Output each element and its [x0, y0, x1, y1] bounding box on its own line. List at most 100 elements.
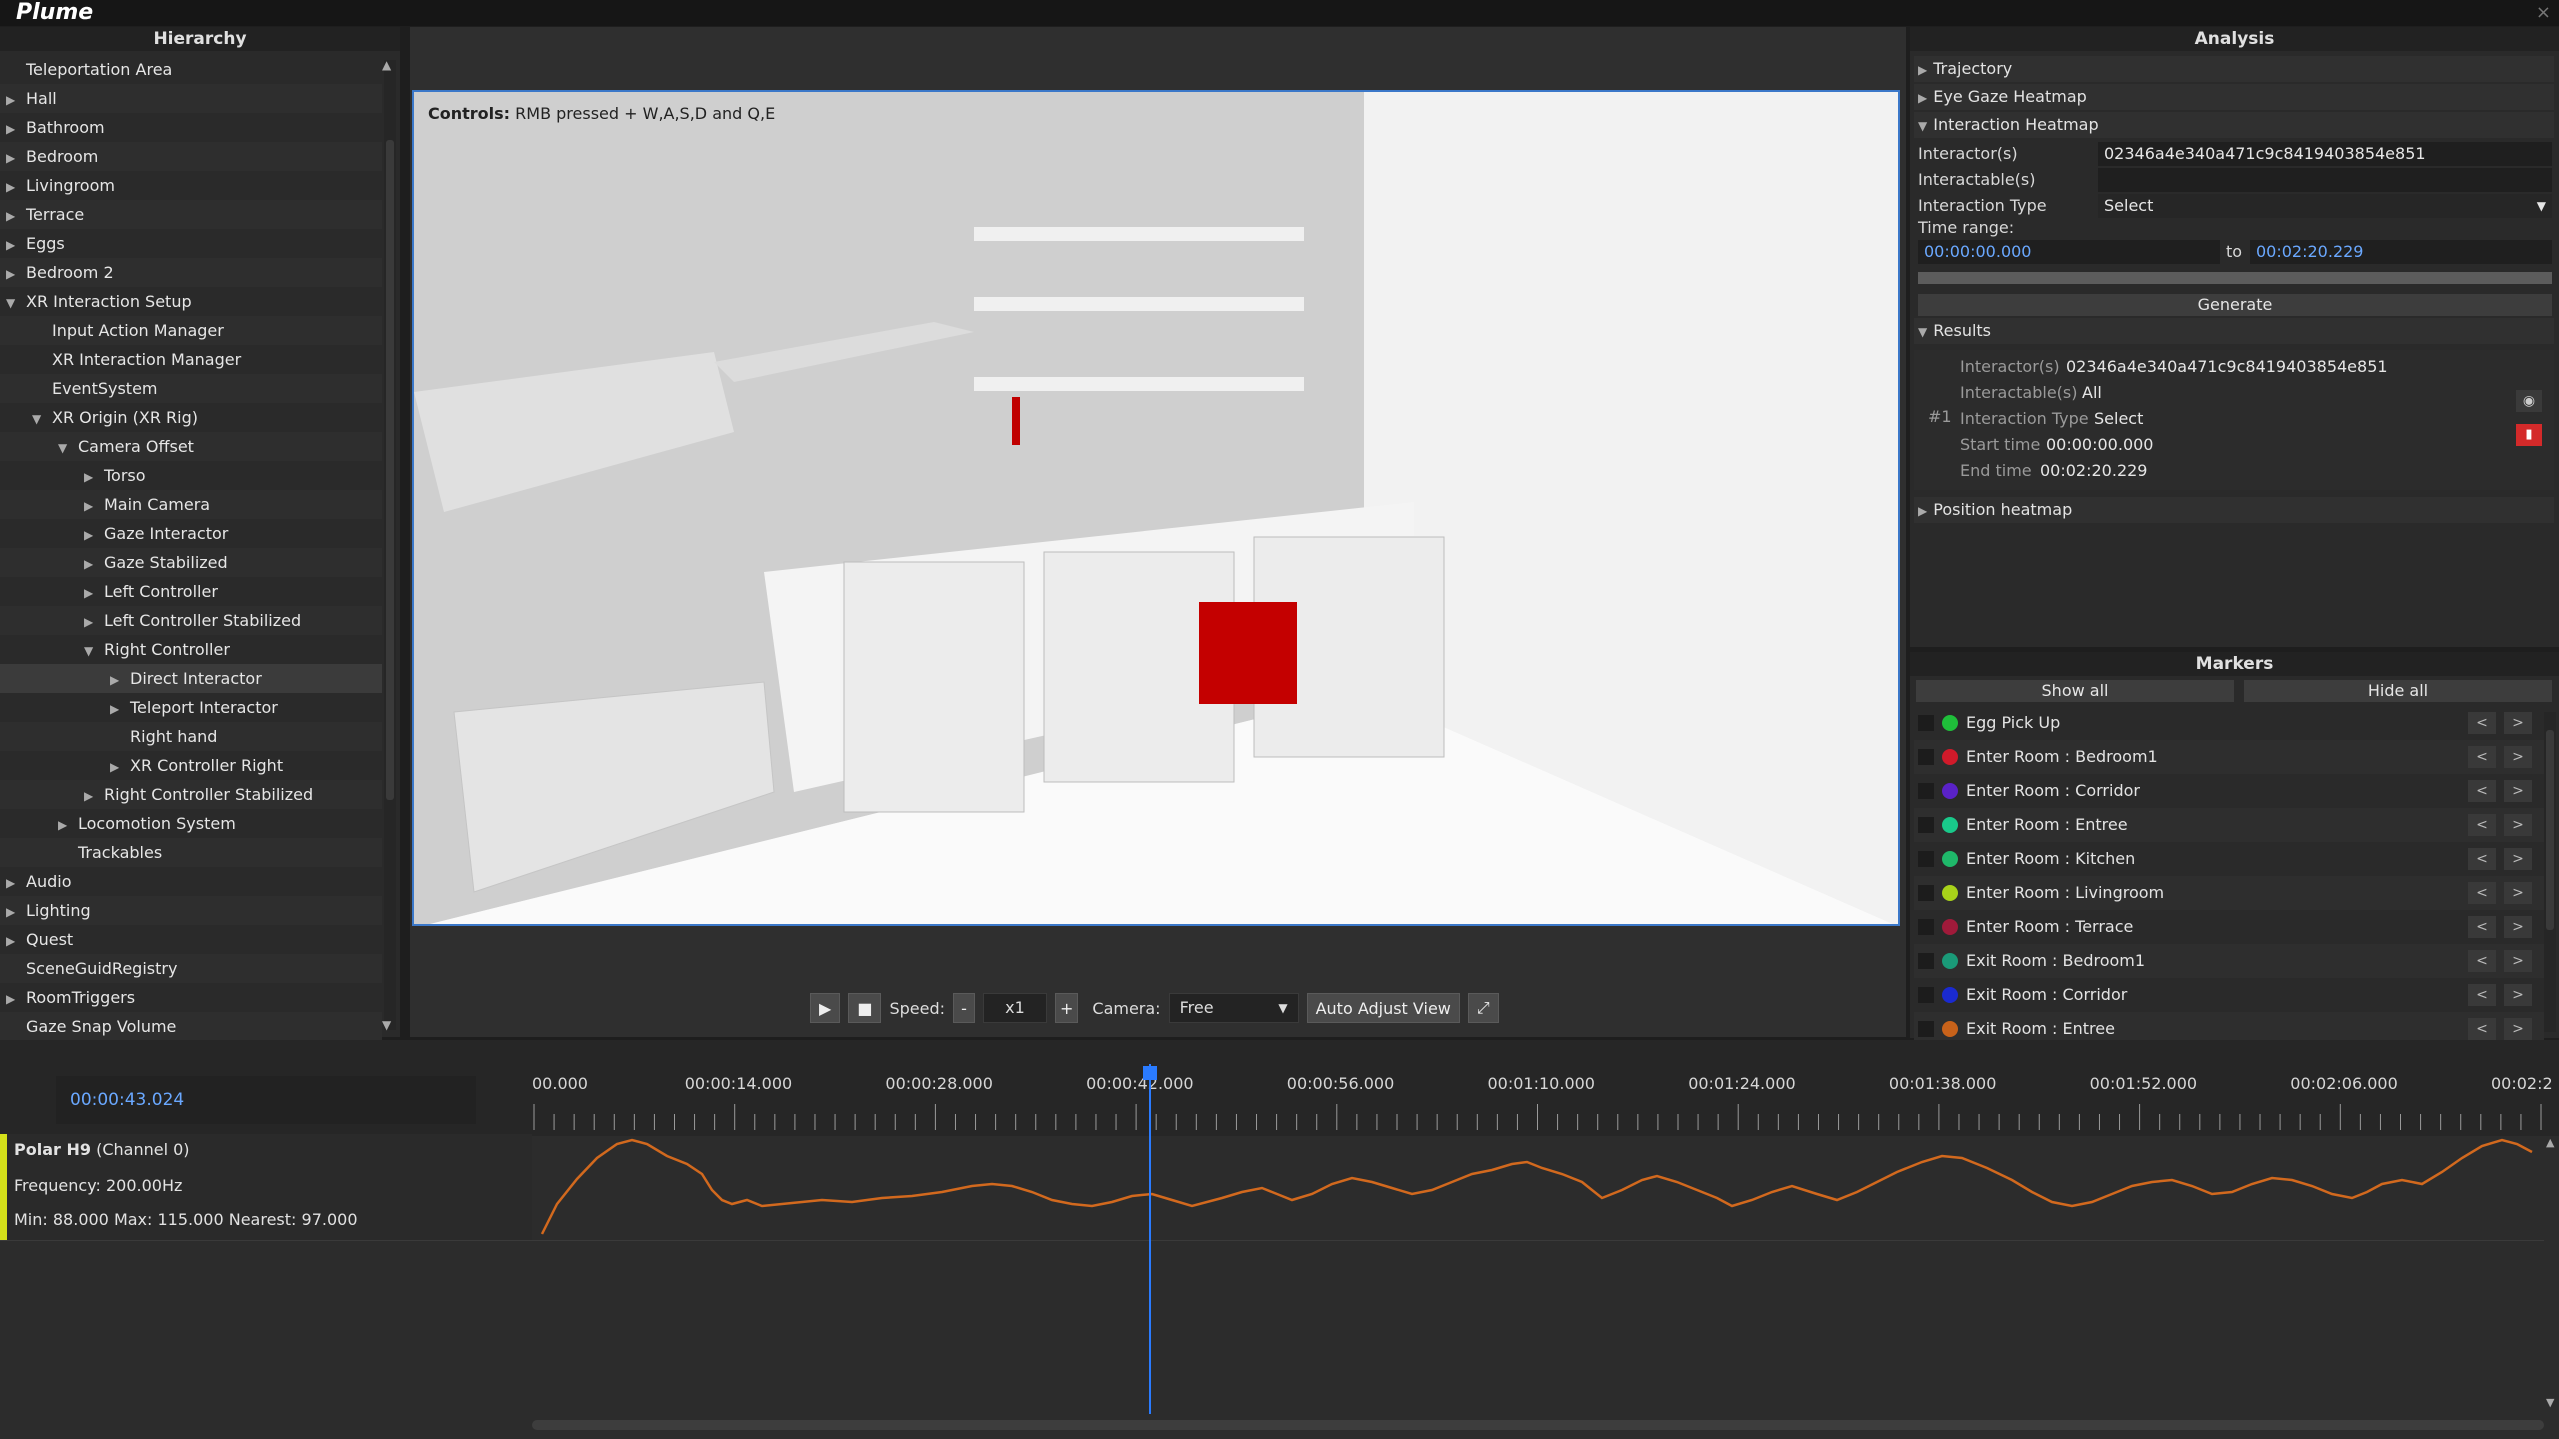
hierarchy-item[interactable]: ▼ XR Origin (XR Rig) [0, 403, 382, 432]
stop-button[interactable]: ■ [848, 993, 882, 1023]
generate-button[interactable]: Generate [1918, 294, 2552, 316]
hierarchy-item[interactable]: ▶ XR Controller Right [0, 751, 382, 780]
markers-scroll-thumb[interactable] [2546, 730, 2554, 930]
hierarchy-item[interactable]: ▶ Left Controller Stabilized [0, 606, 382, 635]
hierarchy-item[interactable]: EventSystem [0, 374, 382, 403]
section-position-heatmap[interactable]: ▶ Position heatmap [1914, 497, 2554, 523]
hierarchy-item[interactable]: Teleportation Area [0, 55, 382, 84]
marker-visibility-checkbox[interactable] [1918, 1021, 1934, 1037]
scene-viewport[interactable] [412, 90, 1900, 926]
previous-marker-button[interactable]: < [2468, 950, 2496, 972]
camera-select[interactable]: Free ▼ [1168, 993, 1299, 1023]
scroll-down-icon[interactable]: ▼ [382, 1018, 391, 1032]
hierarchy-item[interactable]: ▶ Left Controller [0, 577, 382, 606]
previous-marker-button[interactable]: < [2468, 814, 2496, 836]
hierarchy-item[interactable]: ▶ Torso [0, 461, 382, 490]
next-marker-button[interactable]: > [2504, 746, 2532, 768]
next-marker-button[interactable]: > [2504, 814, 2532, 836]
hierarchy-item[interactable]: ▶ Bedroom [0, 142, 382, 171]
chevron-right-icon[interactable]: ▶ [6, 86, 20, 115]
marker-item[interactable]: Exit Room : Bedroom1 < > [1914, 944, 2544, 978]
marker-visibility-checkbox[interactable] [1918, 953, 1934, 969]
hierarchy-item[interactable]: ▶ Eggs [0, 229, 382, 258]
hierarchy-item[interactable]: ▶ Hall [0, 84, 382, 113]
hierarchy-item[interactable]: ▶ Audio [0, 867, 382, 896]
section-results[interactable]: ▼ Results [1914, 318, 2554, 344]
hierarchy-item[interactable]: ▶ Main Camera [0, 490, 382, 519]
hierarchy-item[interactable]: ▶ Locomotion System [0, 809, 382, 838]
playhead-handle[interactable] [1143, 1066, 1157, 1080]
speed-value-field[interactable]: x1 [982, 993, 1047, 1023]
marker-item[interactable]: Enter Room : Bedroom1 < > [1914, 740, 2544, 774]
timeline-playhead[interactable] [1149, 1064, 1151, 1414]
interactables-field[interactable] [2098, 168, 2552, 192]
next-marker-button[interactable]: > [2504, 848, 2532, 870]
scroll-up-icon[interactable]: ▲ [2546, 1136, 2554, 1149]
scroll-down-icon[interactable]: ▼ [2546, 1396, 2554, 1409]
chevron-right-icon[interactable]: ▶ [6, 144, 20, 173]
marker-visibility-checkbox[interactable] [1918, 987, 1934, 1003]
chevron-right-icon[interactable]: ▶ [6, 898, 20, 927]
previous-marker-button[interactable]: < [2468, 1018, 2496, 1040]
chevron-right-icon[interactable]: ▶ [58, 811, 72, 840]
marker-item[interactable]: Exit Room : Corridor < > [1914, 978, 2544, 1012]
speed-decrease-button[interactable]: - [952, 993, 975, 1023]
hierarchy-item[interactable]: ▼ Camera Offset [0, 432, 382, 461]
next-marker-button[interactable]: > [2504, 950, 2532, 972]
hierarchy-item[interactable]: ▶ Lighting [0, 896, 382, 925]
trash-icon[interactable]: ▮ [2516, 424, 2542, 446]
previous-marker-button[interactable]: < [2468, 848, 2496, 870]
hierarchy-item[interactable]: ▶ Direct Interactor [0, 664, 382, 693]
timeline-horizontal-scrollbar[interactable] [532, 1420, 2544, 1430]
chevron-right-icon[interactable]: ▶ [84, 463, 98, 492]
chevron-down-icon[interactable]: ▼ [32, 405, 46, 434]
hierarchy-item[interactable]: ▶ Bedroom 2 [0, 258, 382, 287]
chevron-right-icon[interactable]: ▶ [84, 579, 98, 608]
hierarchy-item[interactable]: ▶ Quest [0, 925, 382, 954]
current-time-field[interactable]: 00:00:43.024 [56, 1076, 476, 1124]
chevron-down-icon[interactable]: ▼ [6, 289, 20, 318]
eye-icon[interactable]: ◉ [2516, 390, 2542, 412]
chevron-right-icon[interactable]: ▶ [6, 115, 20, 144]
next-marker-button[interactable]: > [2504, 1018, 2532, 1040]
auto-adjust-view-button[interactable]: Auto Adjust View [1306, 993, 1460, 1023]
next-marker-button[interactable]: > [2504, 780, 2532, 802]
next-marker-button[interactable]: > [2504, 984, 2532, 1006]
chevron-right-icon[interactable]: ▶ [6, 927, 20, 956]
hierarchy-item[interactable]: ▼ XR Interaction Setup [0, 287, 382, 316]
marker-visibility-checkbox[interactable] [1918, 715, 1934, 731]
time-to-field[interactable]: 00:02:20.229 [2250, 240, 2552, 264]
fullscreen-button[interactable]: ⤢ [1467, 993, 1499, 1023]
interactors-field[interactable]: 02346a4e340a471c9c8419403854e851 [2098, 142, 2552, 166]
marker-item[interactable]: Enter Room : Terrace < > [1914, 910, 2544, 944]
chevron-down-icon[interactable]: ▼ [58, 434, 72, 463]
hierarchy-item[interactable]: ▼ Right Controller [0, 635, 382, 664]
marker-visibility-checkbox[interactable] [1918, 919, 1934, 935]
marker-visibility-checkbox[interactable] [1918, 851, 1934, 867]
chevron-right-icon[interactable]: ▶ [6, 173, 20, 202]
chevron-right-icon[interactable]: ▶ [6, 985, 20, 1014]
hierarchy-scroll-thumb[interactable] [386, 140, 394, 800]
hierarchy-item[interactable]: ▶ RoomTriggers [0, 983, 382, 1012]
hierarchy-item[interactable]: ▶ Livingroom [0, 171, 382, 200]
chevron-right-icon[interactable]: ▶ [110, 666, 124, 695]
marker-item[interactable]: Enter Room : Kitchen < > [1914, 842, 2544, 876]
hierarchy-item[interactable]: SceneGuidRegistry [0, 954, 382, 983]
time-range-slider[interactable] [1918, 272, 2552, 284]
speed-increase-button[interactable]: + [1054, 993, 1079, 1023]
chevron-right-icon[interactable]: ▶ [84, 782, 98, 811]
marker-item[interactable]: Egg Pick Up < > [1914, 706, 2544, 740]
section-trajectory[interactable]: ▶ Trajectory [1914, 56, 2554, 82]
chevron-right-icon[interactable]: ▶ [84, 521, 98, 550]
marker-item[interactable]: Enter Room : Corridor < > [1914, 774, 2544, 808]
hierarchy-item[interactable]: ▶ Gaze Stabilized [0, 548, 382, 577]
hide-all-markers-button[interactable]: Hide all [2244, 680, 2552, 702]
marker-visibility-checkbox[interactable] [1918, 885, 1934, 901]
previous-marker-button[interactable]: < [2468, 712, 2496, 734]
chevron-right-icon[interactable]: ▶ [6, 231, 20, 260]
hierarchy-item[interactable]: Gaze Snap Volume [0, 1012, 382, 1041]
chevron-right-icon[interactable]: ▶ [84, 492, 98, 521]
chevron-down-icon[interactable]: ▼ [84, 637, 98, 666]
next-marker-button[interactable]: > [2504, 712, 2532, 734]
marker-item[interactable]: Enter Room : Livingroom < > [1914, 876, 2544, 910]
